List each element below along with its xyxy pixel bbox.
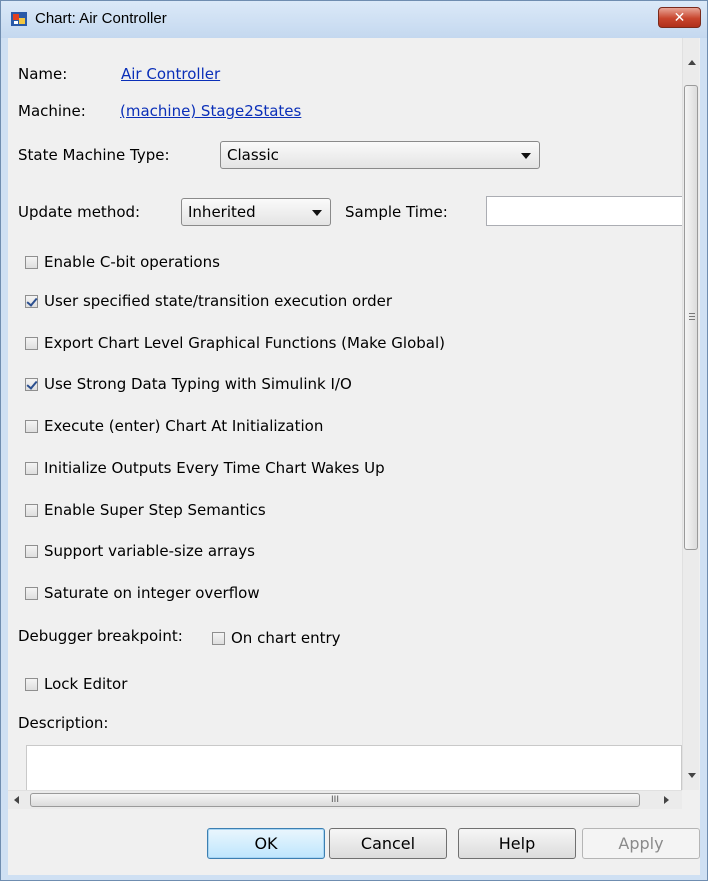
name-label: Name: bbox=[18, 65, 68, 83]
sample-time-input[interactable] bbox=[486, 196, 682, 226]
vertical-scroll-thumb[interactable] bbox=[684, 85, 698, 550]
state-machine-type-dropdown[interactable]: Classic bbox=[220, 141, 540, 169]
enable-c-bit-checkbox[interactable]: Enable C-bit operations bbox=[25, 252, 220, 272]
update-method-value: Inherited bbox=[188, 203, 256, 221]
on-chart-entry-checkbox[interactable]: On chart entry bbox=[212, 628, 341, 648]
description-textarea[interactable] bbox=[26, 745, 682, 790]
state-machine-type-value: Classic bbox=[227, 146, 279, 164]
close-button[interactable]: ✕ bbox=[658, 7, 701, 28]
title-bar[interactable]: Chart: Air Controller ✕ bbox=[1, 1, 707, 38]
checkbox-label: On chart entry bbox=[231, 629, 341, 647]
grip-line bbox=[689, 316, 695, 317]
apply-button[interactable]: Apply bbox=[582, 828, 700, 859]
chart-name-link[interactable]: Air Controller bbox=[121, 65, 220, 83]
close-icon: ✕ bbox=[673, 9, 686, 26]
horizontal-scrollbar[interactable]: III bbox=[8, 790, 682, 809]
scroll-down-icon[interactable] bbox=[688, 773, 696, 778]
checkbox-box[interactable] bbox=[25, 419, 38, 433]
dialog-body: Name: Air Controller Machine: (machine) … bbox=[8, 38, 700, 875]
checkbox-box[interactable] bbox=[25, 544, 38, 558]
chevron-down-icon bbox=[521, 153, 531, 159]
checkbox-box[interactable] bbox=[25, 255, 38, 269]
properties-panel: Name: Air Controller Machine: (machine) … bbox=[8, 38, 682, 790]
horizontal-scroll-thumb[interactable]: III bbox=[30, 793, 640, 807]
description-label: Description: bbox=[18, 714, 109, 732]
scroll-left-icon[interactable] bbox=[14, 796, 19, 804]
checkbox-box[interactable] bbox=[25, 294, 38, 308]
checkbox-label: Support variable-size arrays bbox=[44, 542, 255, 560]
checkbox-box[interactable] bbox=[25, 461, 38, 475]
checkbox-box[interactable] bbox=[25, 377, 38, 391]
checkbox-label: Enable C-bit operations bbox=[44, 253, 220, 271]
checkbox-label: Saturate on integer overflow bbox=[44, 584, 260, 602]
update-method-label: Update method: bbox=[18, 203, 141, 221]
strong-data-typing-checkbox[interactable]: Use Strong Data Typing with Simulink I/O bbox=[25, 374, 352, 394]
checkbox-label: Use Strong Data Typing with Simulink I/O bbox=[44, 375, 352, 393]
scroll-up-icon[interactable] bbox=[688, 60, 696, 65]
super-step-checkbox[interactable]: Enable Super Step Semantics bbox=[25, 500, 266, 520]
machine-link[interactable]: (machine) Stage2States bbox=[120, 102, 301, 120]
checkbox-label: Export Chart Level Graphical Functions (… bbox=[44, 334, 445, 352]
checkbox-label: Enable Super Step Semantics bbox=[44, 501, 266, 519]
help-button[interactable]: Help bbox=[458, 828, 576, 859]
ok-button[interactable]: OK bbox=[207, 828, 325, 859]
checkbox-label: User specified state/transition executio… bbox=[44, 292, 393, 310]
vertical-scrollbar[interactable] bbox=[682, 38, 699, 790]
checkbox-label: Initialize Outputs Every Time Chart Wake… bbox=[44, 459, 385, 477]
checkbox-box[interactable] bbox=[212, 631, 225, 645]
export-graphical-functions-checkbox[interactable]: Export Chart Level Graphical Functions (… bbox=[25, 333, 445, 353]
chart-properties-dialog: Chart: Air Controller ✕ Name: Air Contro… bbox=[0, 0, 708, 881]
execution-order-checkbox[interactable]: User specified state/transition executio… bbox=[25, 291, 392, 311]
initialize-outputs-checkbox[interactable]: Initialize Outputs Every Time Chart Wake… bbox=[25, 458, 385, 478]
grip-icon: III bbox=[331, 795, 339, 805]
execute-at-init-checkbox[interactable]: Execute (enter) Chart At Initialization bbox=[25, 416, 323, 436]
debugger-breakpoint-label: Debugger breakpoint: bbox=[18, 627, 183, 645]
grip-line bbox=[689, 319, 695, 320]
window-title: Chart: Air Controller bbox=[35, 10, 167, 27]
checkbox-box[interactable] bbox=[25, 586, 38, 600]
checkbox-box[interactable] bbox=[25, 677, 38, 691]
checkbox-label: Execute (enter) Chart At Initialization bbox=[44, 417, 324, 435]
update-method-dropdown[interactable]: Inherited bbox=[181, 198, 331, 226]
checkbox-box[interactable] bbox=[25, 503, 38, 517]
lock-editor-checkbox[interactable]: Lock Editor bbox=[25, 674, 127, 694]
saturate-overflow-checkbox[interactable]: Saturate on integer overflow bbox=[25, 583, 260, 603]
chevron-down-icon bbox=[312, 210, 322, 216]
checkbox-label: Lock Editor bbox=[44, 675, 128, 693]
grip-line bbox=[689, 313, 695, 314]
simulink-chart-icon bbox=[11, 12, 27, 26]
scroll-right-icon[interactable] bbox=[664, 796, 669, 804]
machine-label: Machine: bbox=[18, 102, 86, 120]
cancel-button[interactable]: Cancel bbox=[329, 828, 447, 859]
checkbox-box[interactable] bbox=[25, 336, 38, 350]
sample-time-label: Sample Time: bbox=[345, 203, 448, 221]
state-machine-type-label: State Machine Type: bbox=[18, 146, 170, 164]
variable-size-arrays-checkbox[interactable]: Support variable-size arrays bbox=[25, 541, 255, 561]
